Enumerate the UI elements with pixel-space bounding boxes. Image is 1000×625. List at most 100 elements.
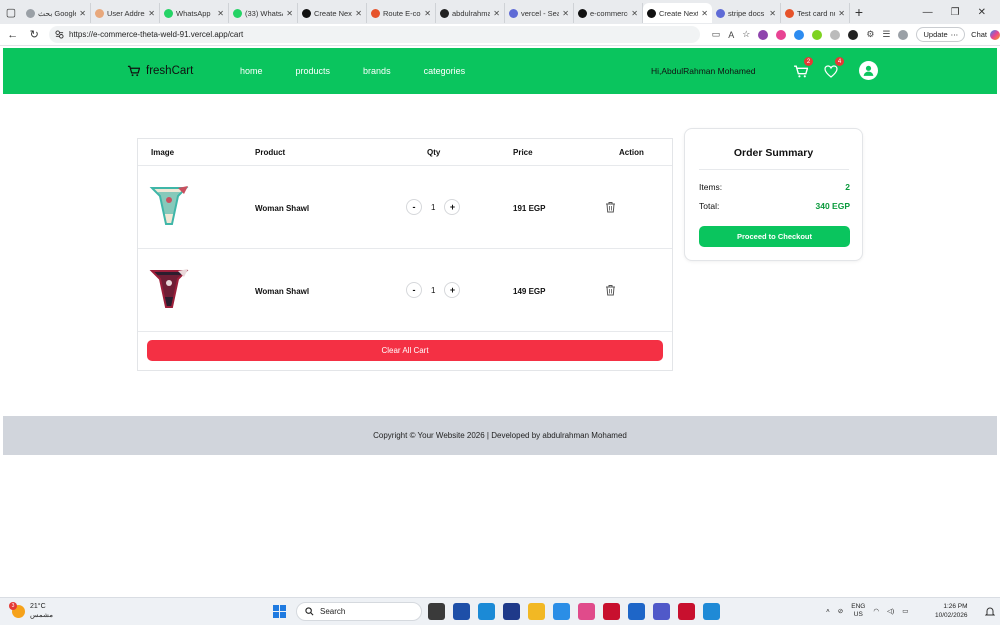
- cart-button[interactable]: 2: [790, 57, 813, 81]
- wishlist-button[interactable]: 4: [821, 57, 844, 81]
- tab-label: stripe docs: [728, 8, 765, 18]
- product-name[interactable]: Woman Shawl: [255, 287, 309, 296]
- taskbar-search[interactable]: Search: [296, 602, 422, 621]
- extension-icon[interactable]: [812, 29, 823, 40]
- clear-cart-button[interactable]: Clear All Cart: [147, 340, 663, 361]
- favorite-star-icon[interactable]: ☆: [742, 29, 750, 40]
- browser-tab[interactable]: e-commerce ✕: [574, 3, 643, 23]
- trash-icon[interactable]: [605, 201, 616, 213]
- tab-close-icon[interactable]: ✕: [631, 9, 638, 18]
- update-button[interactable]: Update ⋯: [916, 27, 966, 42]
- tab-close-icon[interactable]: ✕: [701, 9, 708, 18]
- browser-tab[interactable]: stripe docs ✕: [712, 3, 781, 23]
- tab-close-icon[interactable]: ✕: [355, 9, 362, 18]
- taskbar-app-icon[interactable]: [678, 603, 695, 620]
- browser-tab[interactable]: Route E-con ✕: [367, 3, 436, 23]
- browser-tab[interactable]: WhatsApp ✕: [160, 3, 229, 23]
- tab-close-icon[interactable]: ✕: [769, 9, 776, 18]
- tab-close-icon[interactable]: ✕: [148, 9, 155, 18]
- tab-close-icon[interactable]: ✕: [286, 9, 293, 18]
- tab-close-icon[interactable]: ✕: [424, 9, 431, 18]
- reload-icon[interactable]: ↻: [25, 28, 42, 41]
- nav-link-products[interactable]: products: [296, 66, 331, 76]
- language-indicator[interactable]: ENG US: [851, 603, 865, 619]
- product-image: [149, 186, 189, 225]
- restore-icon[interactable]: ❐: [951, 7, 960, 18]
- user-account-button[interactable]: [859, 61, 878, 80]
- tab-label: Route E-con: [383, 8, 422, 18]
- extension-icon[interactable]: [830, 29, 841, 40]
- taskbar-app-icon[interactable]: [428, 603, 445, 620]
- network-off-icon[interactable]: ⊘: [838, 607, 843, 615]
- brand-logo[interactable]: freshCart: [127, 65, 193, 77]
- chat-button[interactable]: Chat: [971, 29, 1000, 40]
- taskbar-app-icon[interactable]: [603, 603, 620, 620]
- notification-icon[interactable]: [984, 605, 996, 617]
- taskbar-app-icon[interactable]: [578, 603, 595, 620]
- summary-total-row: Total: 340 EGP: [699, 201, 850, 211]
- tab-close-icon[interactable]: ✕: [217, 9, 224, 18]
- cart-table: Image Product Qty Price Action Woman Sha…: [137, 138, 673, 371]
- taskbar-app-icon[interactable]: [653, 603, 670, 620]
- nav-link-brands[interactable]: brands: [363, 66, 391, 76]
- browser-tab[interactable]: User Addres ✕: [91, 3, 160, 23]
- tab-close-icon[interactable]: ✕: [562, 9, 569, 18]
- browser-tab[interactable]: (33) WhatsA ✕: [229, 3, 298, 23]
- decrease-qty-button[interactable]: -: [406, 282, 422, 298]
- taskbar-clock[interactable]: 1:26 PM 10/02/2026: [935, 602, 968, 620]
- extensions-puzzle-icon[interactable]: ⚙: [866, 29, 874, 40]
- decrease-qty-button[interactable]: -: [406, 199, 422, 215]
- tab-label: User Addres: [107, 8, 146, 18]
- wifi-icon[interactable]: ◠: [873, 607, 879, 615]
- start-button[interactable]: [273, 605, 286, 618]
- taskbar-app-icon[interactable]: [703, 603, 720, 620]
- product-name[interactable]: Woman Shawl: [255, 204, 309, 213]
- weather-widget[interactable]: 3 21°C مشمس: [9, 601, 53, 620]
- reader-icon[interactable]: ▭: [712, 29, 721, 40]
- tab-close-icon[interactable]: ✕: [79, 9, 86, 18]
- checkout-button[interactable]: Proceed to Checkout: [699, 226, 850, 247]
- new-tab-button[interactable]: +: [850, 4, 868, 20]
- taskbar-app-icon[interactable]: [503, 603, 520, 620]
- minimize-icon[interactable]: —: [923, 7, 933, 18]
- back-icon[interactable]: ←: [4, 29, 21, 41]
- extension-icon[interactable]: [794, 29, 805, 40]
- taskbar-app-icon[interactable]: [528, 603, 545, 620]
- close-window-icon[interactable]: ✕: [978, 7, 986, 18]
- volume-icon[interactable]: ◁): [887, 607, 894, 615]
- trash-icon[interactable]: [605, 284, 616, 296]
- battery-icon[interactable]: ▭: [902, 607, 908, 615]
- tab-close-icon[interactable]: ✕: [838, 9, 845, 18]
- tab-close-icon[interactable]: ✕: [493, 9, 500, 18]
- favorites-icon[interactable]: ☰: [882, 29, 890, 40]
- search-label: Search: [320, 607, 346, 616]
- increase-qty-button[interactable]: +: [444, 282, 461, 298]
- extension-icon[interactable]: [758, 29, 769, 40]
- tab-actions-icon[interactable]: ▢: [0, 0, 22, 24]
- taskbar-app-icon[interactable]: [553, 603, 570, 620]
- extension-icon[interactable]: [776, 29, 787, 40]
- read-aloud-icon[interactable]: A: [728, 30, 734, 40]
- browser-tab[interactable]: Test card nu ✕: [781, 3, 850, 23]
- nav-link-home[interactable]: home: [240, 66, 263, 76]
- taskbar-app-icon[interactable]: [628, 603, 645, 620]
- browser-tab[interactable]: vercel - Sea ✕: [505, 3, 574, 23]
- tab-label: abdulrahma: [452, 8, 491, 18]
- tab-label: e-commerce: [590, 8, 629, 18]
- chevron-up-icon[interactable]: ˄: [826, 608, 830, 615]
- search-icon: [305, 607, 314, 616]
- profile-icon[interactable]: [898, 29, 909, 40]
- update-label: Update: [923, 30, 948, 39]
- increase-qty-button[interactable]: +: [444, 199, 461, 215]
- taskbar-app-icon[interactable]: [478, 603, 495, 620]
- extension-icon[interactable]: [848, 29, 859, 40]
- taskbar-app-icon[interactable]: [453, 603, 470, 620]
- browser-tab[interactable]: abdulrahma ✕: [436, 3, 505, 23]
- browser-tab[interactable]: Create Next ✕: [298, 3, 367, 23]
- browser-tab[interactable]: Create Next ✕: [643, 3, 712, 23]
- nav-link-categories[interactable]: categories: [424, 66, 466, 76]
- cart-row: Woman Shawl -1 +191 EGP: [138, 166, 672, 249]
- site-info-icon[interactable]: [55, 30, 64, 39]
- url-field[interactable]: https://e-commerce-theta-weld-91.vercel.…: [48, 26, 700, 43]
- browser-tab[interactable]: بحث Google ✕: [22, 3, 91, 23]
